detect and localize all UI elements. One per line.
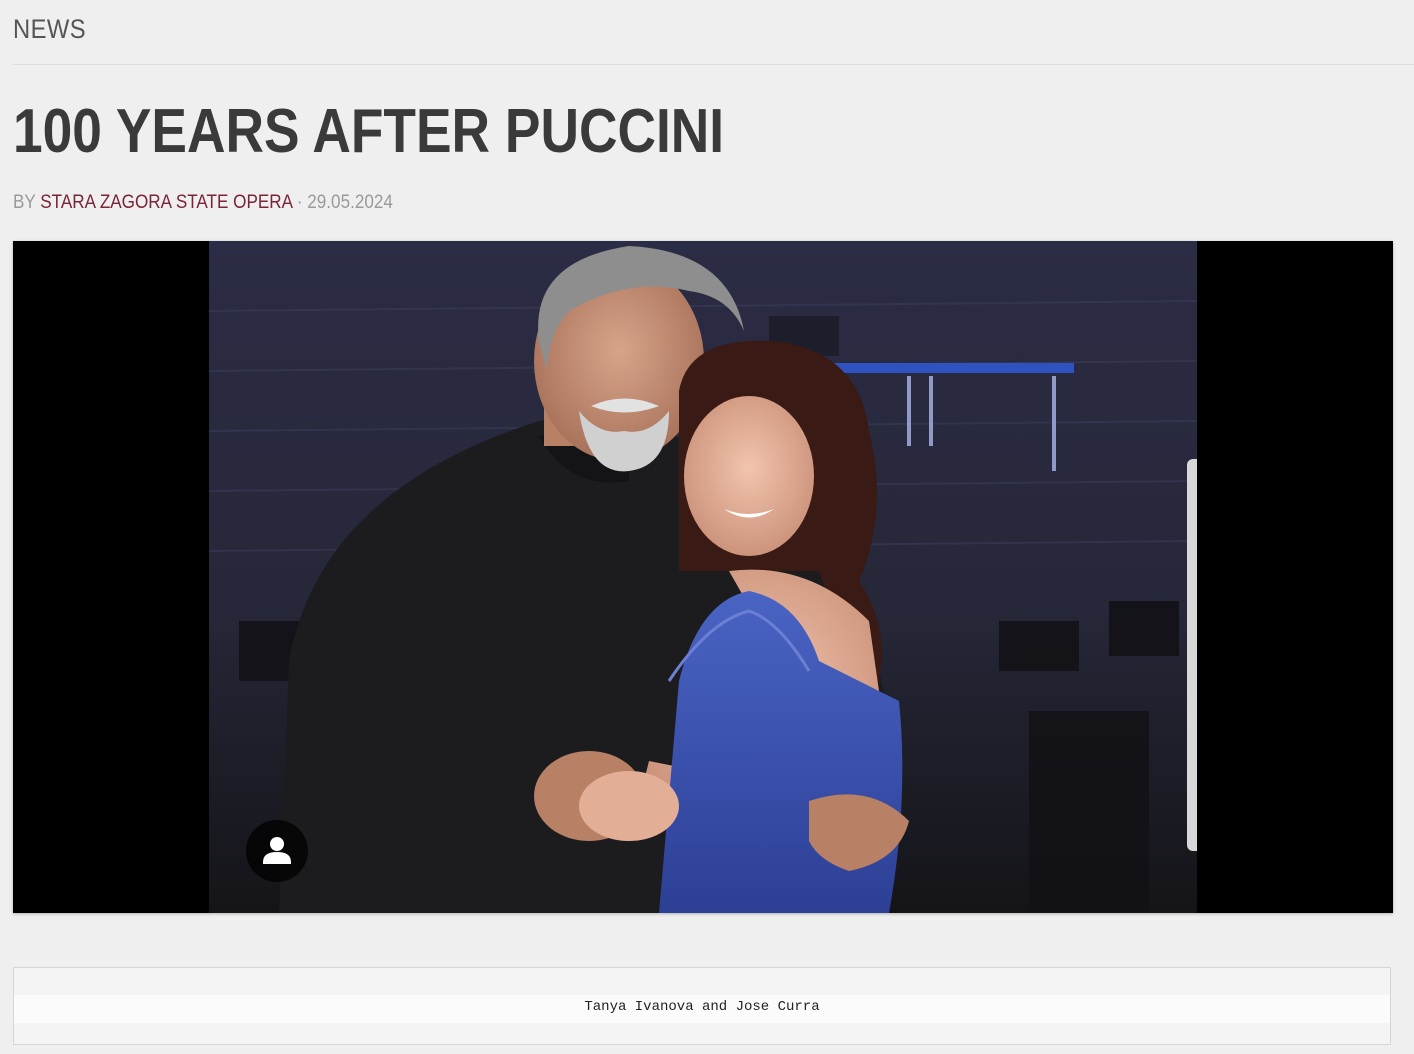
byline-prefix: BY xyxy=(13,192,36,213)
section-label[interactable]: NEWS xyxy=(13,14,86,45)
side-scroll-handle[interactable] xyxy=(1187,459,1197,851)
author-link[interactable]: STARA ZAGORA STATE OPERA xyxy=(40,192,292,213)
section-divider xyxy=(13,64,1414,65)
article-byline: BY STARA ZAGORA STATE OPERA · 29.05.2024 xyxy=(13,192,393,214)
byline-separator: · xyxy=(296,192,303,213)
user-icon[interactable] xyxy=(246,820,308,882)
article-title: 100 YEARS AFTER PUCCINI xyxy=(13,97,725,166)
featured-media[interactable] xyxy=(13,241,1393,913)
caption-text: Tanya Ivanova and Jose Curra xyxy=(14,995,1390,1023)
publish-date: 29.05.2024 xyxy=(307,192,393,213)
photo-illustration xyxy=(209,241,1197,913)
page: NEWS 100 YEARS AFTER PUCCINI BY STARA ZA… xyxy=(0,0,1414,1054)
featured-photo xyxy=(209,241,1197,913)
image-caption: Tanya Ivanova and Jose Curra xyxy=(13,967,1391,1045)
